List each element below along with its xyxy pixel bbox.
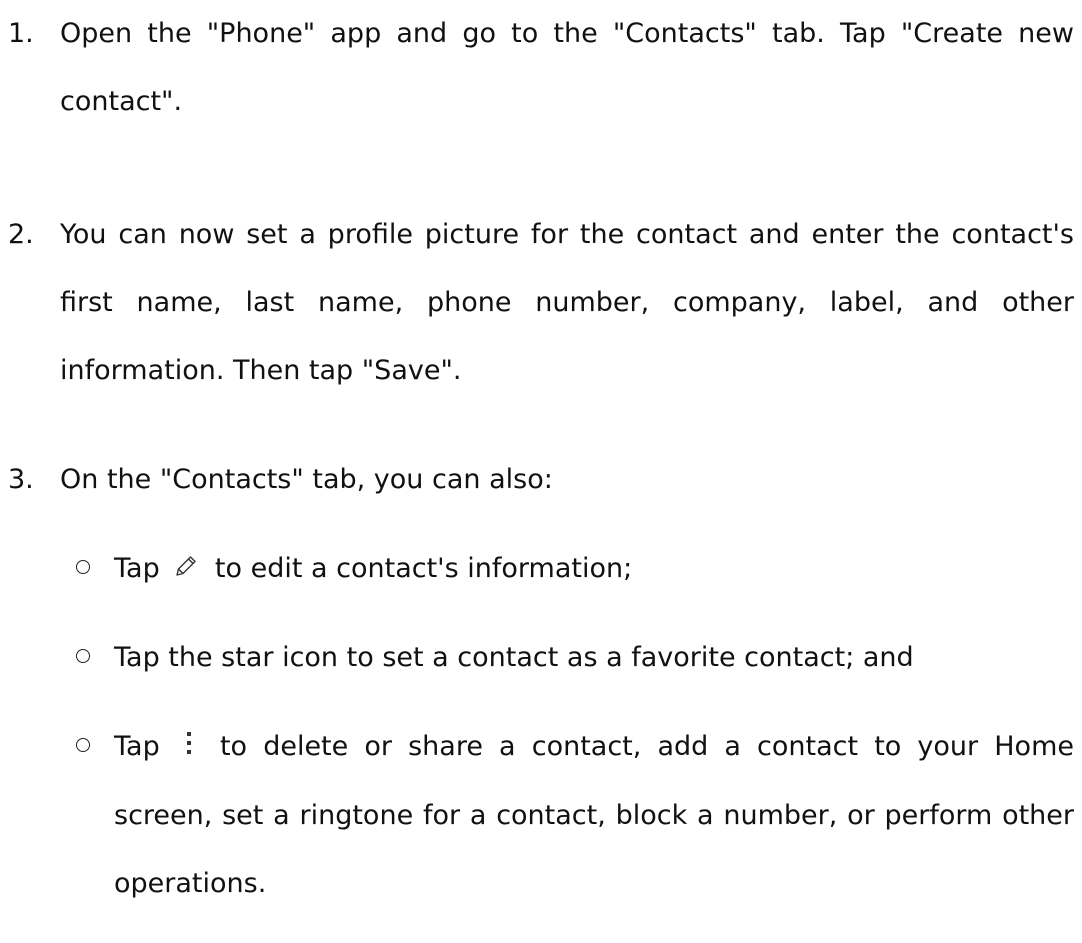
bullet-circle [76, 649, 90, 663]
sub-item-edit: Tap to edit a contact's information; [76, 535, 1074, 604]
step-number: 2. [8, 219, 34, 250]
sub-item-favorite: Tap the star icon to set a contact as a … [76, 624, 1074, 692]
step-2: 2. You can now set a profile picture for… [8, 201, 1074, 405]
sub-item-prefix: Tap [114, 731, 160, 762]
sub-item-suffix: to edit a contact's information; [214, 553, 633, 584]
step-number: 3. [8, 464, 34, 495]
sub-item-prefix: Tap [114, 553, 160, 584]
more-vertical-icon [182, 714, 196, 782]
step-text: On the "Contacts" tab, you can also: [60, 464, 553, 495]
sub-item-suffix: to delete or share a contact, add a cont… [114, 731, 1074, 899]
pencil-icon [174, 536, 198, 604]
step-text: You can now set a profile picture for th… [60, 219, 1074, 386]
bullet-circle [76, 738, 90, 752]
bullet-circle [76, 560, 90, 574]
step-text: Open the "Phone" app and go to the "Cont… [60, 18, 1074, 117]
sub-item-more: Tap to delete or share a contact, add a … [76, 713, 1074, 918]
step-number: 1. [8, 18, 34, 49]
instructions-page: 1. Open the "Phone" app and go to the "C… [0, 0, 1082, 943]
sub-item-text: Tap the star icon to set a contact as a … [114, 642, 914, 673]
step-1: 1. Open the "Phone" app and go to the "C… [8, 0, 1074, 136]
step-3: 3. On the "Contacts" tab, you can also: [8, 446, 1074, 514]
